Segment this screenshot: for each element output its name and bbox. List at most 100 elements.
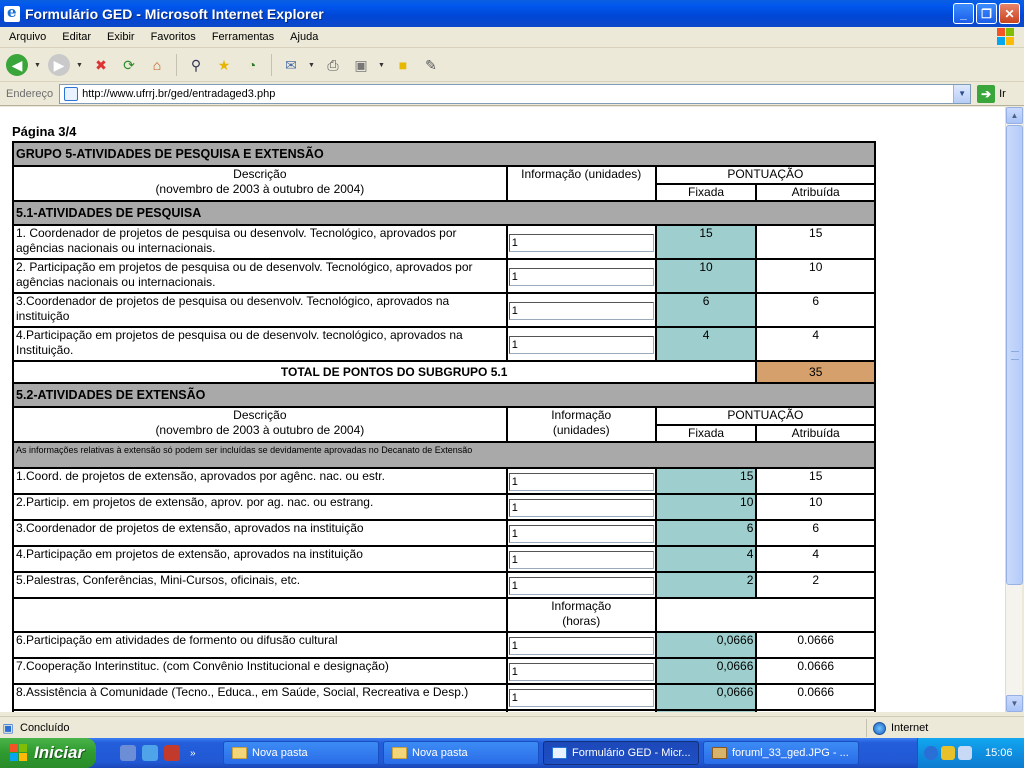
image-viewer-icon [712,747,727,759]
atribuida-value: 15 [755,224,876,260]
tray-power-icon[interactable] [941,746,955,760]
edit-dropdown-icon[interactable]: ▼ [378,62,386,69]
tray-network-icon[interactable] [958,746,972,760]
taskbar-button[interactable]: Nova pasta [223,741,379,765]
table-row: 4.Participação em projetos de pesquisa o… [12,326,876,362]
ie-quicklaunch-icon[interactable] [142,745,158,761]
info-input[interactable] [508,472,654,491]
row-description: 1.Coord. de projetos de extensão, aprova… [12,467,508,495]
taskbar-button-active[interactable]: Formulário GED - Micr... [543,741,699,765]
table-row: 4.Participação em projetos de extensão, … [12,545,876,573]
info-input[interactable] [508,550,654,569]
info-input[interactable] [508,267,654,286]
menu-exibir[interactable]: Exibir [98,31,142,43]
row-description: 2. Participação em projetos de pesquisa … [12,258,508,294]
clock: 15:06 [985,747,1013,759]
subgroup-title: 5.1-ATIVIDADES DE PESQUISA [12,200,876,226]
print-icon[interactable]: ⎙ [322,54,344,76]
table-row: 8.Assistência à Comunidade (Tecno., Educ… [12,683,876,711]
refresh-icon[interactable]: ⟳ [118,54,140,76]
messenger-icon[interactable]: ✎ [420,54,442,76]
address-input[interactable]: http://www.ufrrj.br/ged/entradaged3.php … [59,83,972,104]
maximize-button[interactable]: ❐ [976,3,997,24]
back-icon[interactable]: ◀ [6,54,28,76]
fixada-header: Fixada [654,424,758,443]
close-button[interactable]: ✕ [999,3,1020,24]
menu-ferramentas[interactable]: Ferramentas [203,31,281,43]
menu-favoritos[interactable]: Favoritos [142,31,203,43]
status-bar: ▣ Concluído Internet [0,716,1024,738]
start-button[interactable]: Iniciar [0,738,96,768]
status-text: Concluído [20,721,70,734]
info-input[interactable] [508,301,654,320]
atribuida-value: 2 [755,571,876,599]
home-icon[interactable]: ⌂ [146,54,168,76]
security-zone: Internet [866,719,1016,737]
table-row: 1.Coord. de projetos de extensão, aprova… [12,467,876,495]
scroll-down-icon[interactable]: ▼ [1006,695,1023,712]
stop-icon[interactable]: ✖ [90,54,112,76]
vertical-scrollbar[interactable]: ▲ ▼ [1005,107,1023,712]
fixada-value: 6 [654,292,758,328]
info-input[interactable] [508,524,654,543]
toolbar-separator [271,54,272,76]
page-icon [64,86,79,101]
subgroup-title: 5.2-ATIVIDADES DE EXTENSÃO [12,382,876,408]
mail-icon[interactable]: ✉ [280,54,302,76]
forward-icon[interactable]: ▶ [48,54,70,76]
tray-arrow-icon[interactable] [924,746,938,760]
fixada-value: 6 [654,519,758,547]
edit-icon[interactable]: ▣ [350,54,372,76]
go-button[interactable]: ➔ Ir [977,84,1006,103]
info-input[interactable] [508,498,654,517]
menu-arquivo[interactable]: Arquivo [0,31,53,43]
scroll-up-icon[interactable]: ▲ [1006,107,1023,124]
media-player-icon[interactable] [164,745,180,761]
quick-launch-more-icon[interactable]: » [190,748,196,759]
hours-input[interactable] [508,636,654,655]
taskbar-button[interactable]: Nova pasta [383,741,539,765]
minimize-button[interactable]: _ [953,3,974,24]
atribuida-value: 10 [755,258,876,294]
row-description: 6.Participação em atividades de formento… [12,631,508,659]
favorites-star-icon[interactable]: ★ [213,54,235,76]
mail-dropdown-icon[interactable]: ▼ [308,62,316,69]
scroll-thumb[interactable] [1006,125,1023,585]
back-dropdown-icon[interactable]: ▼ [34,62,42,69]
info-input[interactable] [508,576,654,595]
discuss-icon[interactable]: ■ [392,54,414,76]
info-input[interactable] [508,335,654,354]
internet-globe-icon [873,721,886,735]
show-desktop-icon[interactable] [120,745,136,761]
address-url[interactable]: http://www.ufrrj.br/ged/entradaged3.php [82,88,275,100]
fixada-value: 15 [654,467,758,495]
row-description: 4.Participação em projetos de extensão, … [12,545,508,573]
history-icon[interactable]: ◔ [241,54,263,76]
hours-input[interactable] [508,662,654,681]
hours-input[interactable] [508,688,654,707]
subgroup-total-label: TOTAL DE PONTOS DO SUBGRUPO 5.1 [11,360,758,384]
forward-dropdown-icon[interactable]: ▼ [76,62,84,69]
table-row: 7.Cooperação Interinstituc. (com Convêni… [12,657,876,685]
form-table: GRUPO 5-ATIVIDADES DE PESQUISA E EXTENSÃ… [11,141,877,712]
zone-label: Internet [891,722,929,734]
info-input[interactable] [508,233,654,252]
table-row: 6.Participação em atividades de formento… [12,631,876,659]
go-arrow-icon: ➔ [977,84,996,103]
taskbar: Iniciar » Nova pasta Nova pasta Formulár… [0,738,1024,768]
fixada-value: 4 [654,326,758,362]
address-dropdown-icon[interactable]: ▼ [953,84,971,103]
atribuida-value: 6 [755,519,876,547]
menu-ajuda[interactable]: Ajuda [281,31,325,43]
toolbar-separator [176,54,177,76]
menu-editar[interactable]: Editar [53,31,98,43]
fixada-value: 0,0666 [654,657,758,685]
row-description: 3.Coordenador de projetos de extensão, a… [12,519,508,547]
search-icon[interactable]: ⚲ [185,54,207,76]
table-row: 3.Coordenador de projetos de pesquisa ou… [12,292,876,328]
row-description: 8.Assistência à Comunidade (Tecno., Educ… [12,683,508,711]
info-header: Informação (unidades) [505,165,657,202]
row-description: 3.Coordenador de projetos de pesquisa ou… [12,292,508,328]
title-bar: Formulário GED - Microsoft Internet Expl… [0,0,1024,27]
taskbar-button[interactable]: foruml_33_ged.JPG - ... [703,741,859,765]
